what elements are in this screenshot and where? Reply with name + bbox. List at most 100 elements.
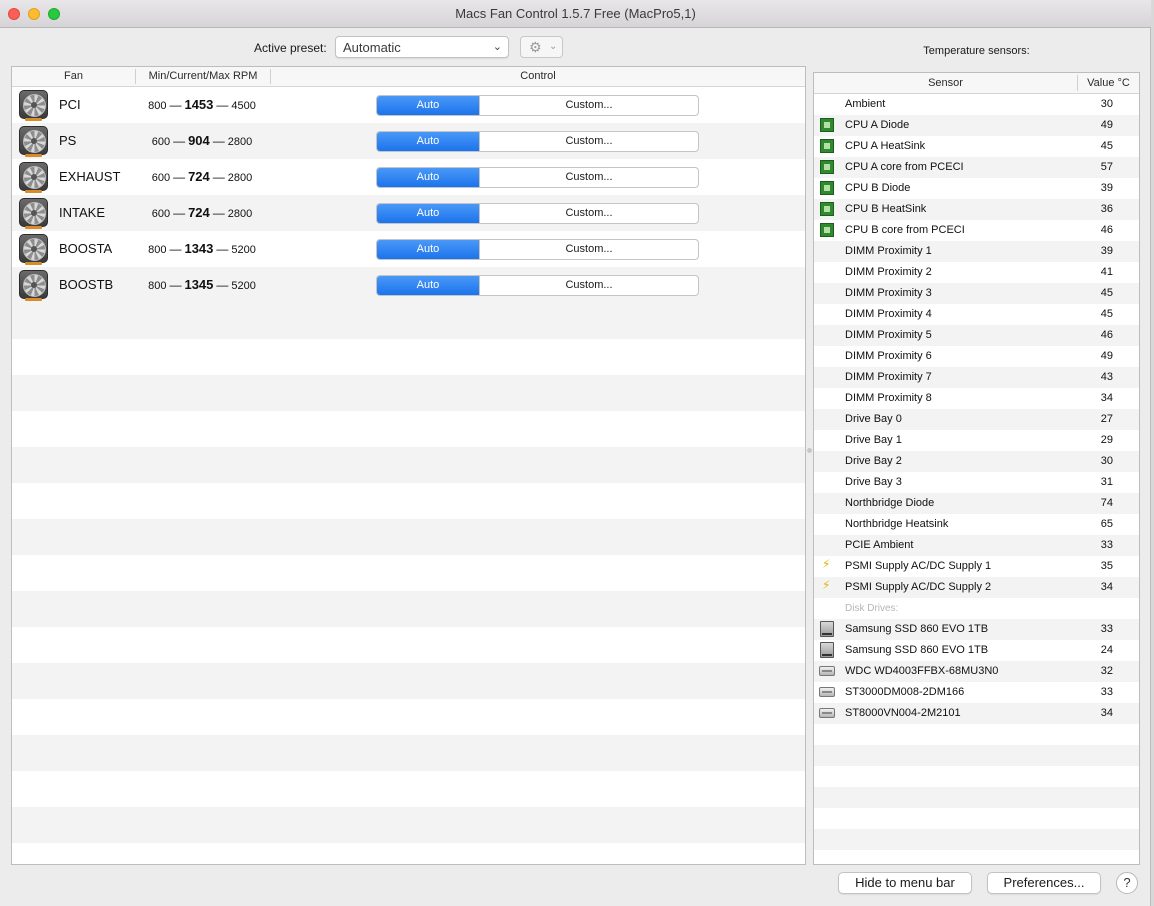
fan-row[interactable]: BOOSTA 800—1343—5200 Auto Custom... — [12, 231, 805, 267]
hard-drive-icon — [819, 666, 835, 676]
sensor-row[interactable]: ⚡ PSMI Supply AC/DC Supply 2 34 — [814, 577, 1139, 598]
fan-name: PS — [59, 133, 77, 148]
empty-row — [12, 843, 805, 864]
sensor-row[interactable]: Northbridge Heatsink 65 — [814, 514, 1139, 535]
fan-custom-button[interactable]: Custom... — [479, 132, 698, 151]
empty-row — [814, 850, 1139, 864]
sensor-row[interactable]: Drive Bay 2 30 — [814, 451, 1139, 472]
fan-auto-button[interactable]: Auto — [377, 168, 479, 187]
fan-max-rpm: 2800 — [227, 136, 253, 148]
column-header-control[interactable]: Control — [271, 70, 805, 82]
fan-row[interactable]: INTAKE 600—724—2800 Auto Custom... — [12, 195, 805, 231]
cpu-chip-icon — [820, 160, 834, 174]
fan-current-rpm: 1343 — [184, 241, 214, 256]
fan-custom-button[interactable]: Custom... — [479, 276, 698, 295]
help-button[interactable]: ? — [1116, 872, 1138, 894]
fan-custom-button[interactable]: Custom... — [479, 168, 698, 187]
sensor-value: 33 — [1100, 539, 1113, 551]
column-header-sensor[interactable]: Sensor — [814, 77, 1077, 89]
ssd-icon — [820, 642, 834, 658]
sensor-row[interactable]: DIMM Proximity 3 45 — [814, 283, 1139, 304]
fan-auto-button[interactable]: Auto — [377, 276, 479, 295]
chevron-down-icon: ⌄ — [492, 41, 502, 53]
fan-custom-button[interactable]: Custom... — [479, 240, 698, 259]
sensor-row[interactable]: Drive Bay 1 29 — [814, 430, 1139, 451]
preferences-button[interactable]: Preferences... — [987, 872, 1101, 894]
sensor-row[interactable]: Drive Bay 0 27 — [814, 409, 1139, 430]
fan-rpm: 600—904—2800 — [132, 133, 272, 148]
fan-max-rpm: 4500 — [231, 100, 256, 112]
fan-current-rpm: 904 — [188, 133, 210, 148]
sensor-row[interactable]: DIMM Proximity 1 39 — [814, 241, 1139, 262]
sensor-name: PCIE Ambient — [845, 539, 914, 551]
fan-auto-button[interactable]: Auto — [377, 204, 479, 223]
hide-to-menu-bar-button[interactable]: Hide to menu bar — [838, 872, 972, 894]
sensor-name: CPU A HeatSink — [845, 140, 926, 152]
sensor-row[interactable]: CPU B Diode 39 — [814, 178, 1139, 199]
sensor-row[interactable]: PCIE Ambient 33 — [814, 535, 1139, 556]
fan-min-rpm: 600 — [151, 208, 171, 220]
fan-auto-button[interactable]: Auto — [377, 240, 479, 259]
window-title: Macs Fan Control 1.5.7 Free (MacPro5,1) — [455, 6, 696, 21]
sensor-name: Ambient — [845, 98, 886, 110]
fan-auto-button[interactable]: Auto — [377, 132, 479, 151]
column-header-fan[interactable]: Fan — [12, 70, 135, 82]
fan-min-rpm: 600 — [151, 172, 171, 184]
fan-rpm: 800—1345—5200 — [132, 277, 272, 292]
sensor-row[interactable]: Drive Bay 3 31 — [814, 472, 1139, 493]
sensor-name: WDC WD4003FFBX-68MU3N0 — [845, 665, 999, 677]
split-view-divider[interactable] — [807, 448, 812, 453]
sensor-row[interactable]: CPU A HeatSink 45 — [814, 136, 1139, 157]
sensor-value: 45 — [1100, 308, 1113, 320]
rpm-separator: — — [216, 278, 229, 292]
fan-icon — [19, 162, 48, 193]
sensor-name: CPU B HeatSink — [845, 203, 927, 215]
sensor-row[interactable]: DIMM Proximity 7 43 — [814, 367, 1139, 388]
sensor-row[interactable]: WDC WD4003FFBX-68MU3N0 32 — [814, 661, 1139, 682]
preset-select[interactable]: Automatic ⌄ — [335, 36, 509, 58]
sensor-row[interactable]: DIMM Proximity 4 45 — [814, 304, 1139, 325]
rpm-separator: — — [212, 134, 225, 148]
sensor-row[interactable]: DIMM Proximity 6 49 — [814, 346, 1139, 367]
rpm-separator: — — [169, 242, 182, 256]
sensor-name: Drive Bay 2 — [845, 455, 902, 467]
fan-control-segmented: Auto Custom... — [376, 167, 699, 188]
sensor-row[interactable]: Ambient 30 — [814, 94, 1139, 115]
fan-max-rpm: 2800 — [227, 208, 253, 220]
sensor-row[interactable]: DIMM Proximity 5 46 — [814, 325, 1139, 346]
fan-row[interactable]: BOOSTB 800—1345—5200 Auto Custom... — [12, 267, 805, 303]
sensor-row[interactable]: CPU A core from PCECI 57 — [814, 157, 1139, 178]
rpm-separator: — — [212, 206, 225, 220]
fan-row[interactable]: PS 600—904—2800 Auto Custom... — [12, 123, 805, 159]
fan-custom-button[interactable]: Custom... — [479, 204, 698, 223]
sensor-row[interactable]: DIMM Proximity 2 41 — [814, 262, 1139, 283]
sensor-name: DIMM Proximity 6 — [845, 350, 932, 362]
fan-row[interactable]: EXHAUST 600—724—2800 Auto Custom... — [12, 159, 805, 195]
fan-current-rpm: 1345 — [184, 277, 214, 292]
sensor-name: DIMM Proximity 4 — [845, 308, 932, 320]
sensor-name: DIMM Proximity 1 — [845, 245, 932, 257]
fan-row[interactable]: PCI 800—1453—4500 Auto Custom... — [12, 87, 805, 123]
sensor-row[interactable]: CPU B core from PCECI 46 — [814, 220, 1139, 241]
sensor-row[interactable]: ST3000DM008-2DM166 33 — [814, 682, 1139, 703]
sensor-value: 34 — [1100, 581, 1113, 593]
fan-auto-button[interactable]: Auto — [377, 96, 479, 115]
sensor-value: 41 — [1100, 266, 1113, 278]
sensor-value: 45 — [1100, 287, 1113, 299]
sensor-row[interactable]: ST8000VN004-2M2101 34 — [814, 703, 1139, 724]
sensor-row[interactable]: Northbridge Diode 74 — [814, 493, 1139, 514]
column-header-rpm[interactable]: Min/Current/Max RPM — [136, 70, 270, 82]
preset-gear-button[interactable]: ⚙ ⌄ — [520, 36, 563, 58]
sensor-row[interactable]: ⚡ PSMI Supply AC/DC Supply 1 35 — [814, 556, 1139, 577]
sensor-value: 27 — [1100, 413, 1113, 425]
sensor-row[interactable]: DIMM Proximity 8 34 — [814, 388, 1139, 409]
sensor-row[interactable]: CPU B HeatSink 36 — [814, 199, 1139, 220]
sensor-row[interactable]: Samsung SSD 860 EVO 1TB 33 — [814, 619, 1139, 640]
empty-row — [12, 663, 805, 699]
sensor-row[interactable]: Samsung SSD 860 EVO 1TB 24 — [814, 640, 1139, 661]
app-window: Macs Fan Control 1.5.7 Free (MacPro5,1) … — [0, 0, 1151, 906]
gear-icon: ⚙ — [529, 39, 542, 55]
fan-custom-button[interactable]: Custom... — [479, 96, 698, 115]
sensor-row[interactable]: CPU A Diode 49 — [814, 115, 1139, 136]
column-header-value[interactable]: Value °C — [1078, 77, 1139, 89]
